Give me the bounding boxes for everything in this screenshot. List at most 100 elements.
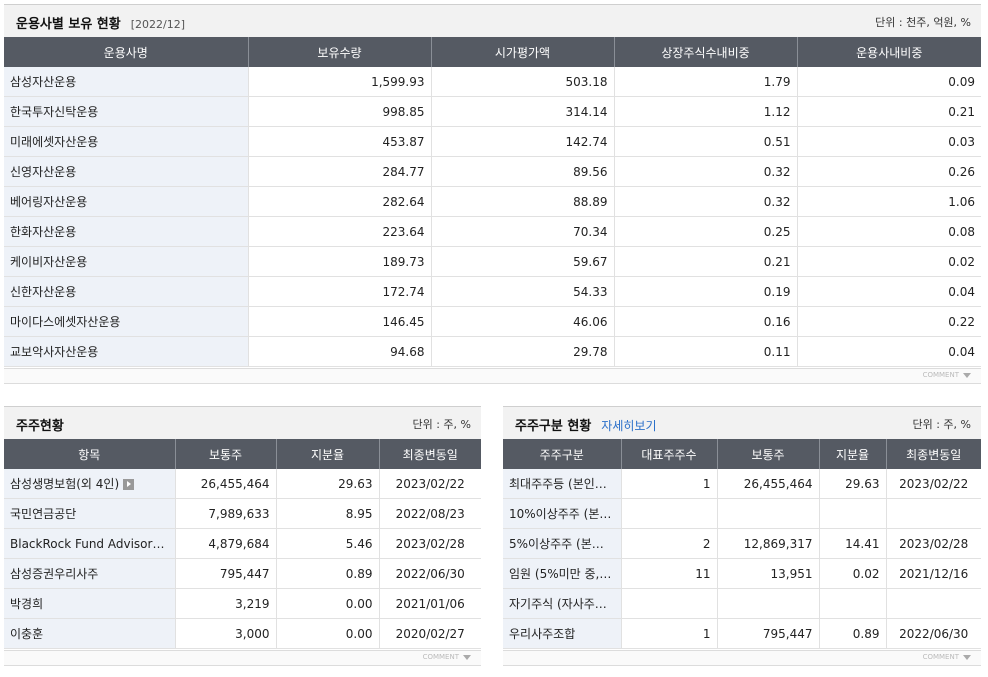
comment-toggle-icon[interactable] xyxy=(963,373,971,378)
expand-arrow-icon[interactable] xyxy=(123,479,135,490)
table-row: 신한자산운용 172.74 54.33 0.19 0.04 xyxy=(4,276,981,307)
cell-text-name: 미래에셋자산운용 xyxy=(10,135,99,149)
cell-text-name: 마이다스에셋자산운용 xyxy=(10,315,121,329)
cell-text-value: 46.06 xyxy=(573,314,608,329)
cell-text-name: BlackRock Fund Advisors(외 13인) xyxy=(10,537,175,551)
cell-text-type: 자기주식 (자사주+자사주신탁) xyxy=(509,597,620,611)
table-cell-value: 70.34 xyxy=(431,216,615,247)
table-row: 우리사주조합 1 795,447 0.89 2022/06/30 xyxy=(503,618,981,649)
table-cell-date: 2023/02/22 xyxy=(379,469,481,499)
table-cell-qty: 94.68 xyxy=(248,336,432,367)
holdings-col-header: 시가평가액 xyxy=(431,37,615,67)
detail-view-link[interactable]: 자세히보기 xyxy=(601,419,656,433)
table-row: 케이비자산운용 189.73 59.67 0.21 0.02 xyxy=(4,246,981,277)
cell-text-qty: 94.68 xyxy=(390,344,425,359)
cell-text-count: 1 xyxy=(702,476,711,491)
table-cell-type[interactable]: 임원 (5%미만 중, 임원인 자) xyxy=(503,558,622,589)
table-cell-ratio_listed: 0.51 xyxy=(614,126,798,157)
table-cell-date: 2021/12/16 xyxy=(886,558,981,589)
cell-text-value: 88.89 xyxy=(573,194,608,209)
cell-text-ratio_listed: 0.32 xyxy=(763,164,791,179)
holder-types-col-header: 최종변동일 xyxy=(886,439,981,469)
holder-types-comment[interactable]: COMMENT xyxy=(923,653,959,661)
cell-text-date: 2023/02/28 xyxy=(395,536,465,551)
table-cell-ratio_listed: 0.32 xyxy=(614,186,798,217)
cell-text-count: 1 xyxy=(702,626,711,641)
holdings-col-header: 보유수량 xyxy=(248,37,432,67)
table-cell-ratio: 14.41 xyxy=(819,528,887,559)
cell-text-common: 3,219 xyxy=(235,596,270,611)
holder-types-col-header: 지분율 xyxy=(819,439,887,469)
table-cell-name[interactable]: BlackRock Fund Advisors(외 13인) xyxy=(4,528,176,559)
shareholders-footer: COMMENT xyxy=(4,650,481,666)
shareholders-unit: 단위 : 주, % xyxy=(412,418,471,431)
table-cell-name[interactable]: 신한자산운용 xyxy=(4,276,249,307)
table-cell-name[interactable]: 삼성증권우리사주 xyxy=(4,558,176,589)
table-row: 10%이상주주 (본인) xyxy=(503,498,981,529)
cell-text-type: 우리사주조합 xyxy=(509,627,576,641)
table-cell-name[interactable]: 삼성생명보험(외 4인) xyxy=(4,469,176,499)
table-cell-type[interactable]: 5%이상주주 (본인+특수관계인) xyxy=(503,528,622,559)
shareholders-col-header: 보통주 xyxy=(175,439,277,469)
table-cell-name[interactable]: 한국투자신탁운용 xyxy=(4,96,249,127)
table-cell-type[interactable]: 우리사주조합 xyxy=(503,618,622,649)
table-cell-name[interactable]: 신영자산운용 xyxy=(4,156,249,187)
cell-text-ratio_firm: 0.21 xyxy=(948,104,975,119)
table-cell-qty: 998.85 xyxy=(248,96,432,127)
table-cell-name[interactable]: 베어링자산운용 xyxy=(4,186,249,217)
table-cell-common: 26,455,464 xyxy=(175,469,277,499)
table-cell-value: 503.18 xyxy=(431,67,615,97)
cell-text-date: 2022/08/23 xyxy=(395,506,465,521)
cell-text-ratio: 0.89 xyxy=(345,566,373,581)
cell-text-ratio: 0.00 xyxy=(345,626,373,641)
table-cell-value: 29.78 xyxy=(431,336,615,367)
table-cell-qty: 453.87 xyxy=(248,126,432,157)
table-cell-ratio xyxy=(819,588,887,619)
comment-toggle-icon[interactable] xyxy=(963,655,971,660)
cell-text-ratio_listed: 0.16 xyxy=(763,314,791,329)
cell-text-date: 2020/02/27 xyxy=(395,626,465,641)
table-cell-ratio: 0.02 xyxy=(819,558,887,589)
table-cell-ratio_firm: 0.03 xyxy=(797,126,981,157)
table-cell-type[interactable]: 최대주주등 (본인+특수관계인) xyxy=(503,469,622,499)
table-cell-qty: 146.45 xyxy=(248,306,432,337)
table-cell-common: 795,447 xyxy=(175,558,277,589)
cell-text-value: 503.18 xyxy=(565,74,608,89)
table-cell-ratio: 0.89 xyxy=(819,618,887,649)
cell-text-name: 베어링자산운용 xyxy=(10,195,88,209)
table-cell-name[interactable]: 한화자산운용 xyxy=(4,216,249,247)
table-cell-date: 2022/06/30 xyxy=(886,618,981,649)
holdings-header: 운용사별 보유 현황 [2022/12] 단위 : 천주, 억원, % xyxy=(4,4,981,37)
table-cell-name[interactable]: 교보악사자산운용 xyxy=(4,336,249,367)
cell-text-name: 삼성증권우리사주 xyxy=(10,567,99,581)
table-cell-date xyxy=(886,588,981,619)
cell-text-ratio_listed: 0.11 xyxy=(763,344,791,359)
table-cell-name[interactable]: 박경희 xyxy=(4,588,176,619)
table-cell-name[interactable]: 미래에셋자산운용 xyxy=(4,126,249,157)
table-cell-value: 89.56 xyxy=(431,156,615,187)
table-cell-count xyxy=(621,588,718,619)
table-cell-value: 88.89 xyxy=(431,186,615,217)
table-cell-name[interactable]: 케이비자산운용 xyxy=(4,246,249,277)
holdings-comment[interactable]: COMMENT xyxy=(923,371,959,379)
comment-toggle-icon[interactable] xyxy=(463,655,471,660)
cell-text-name: 삼성자산운용 xyxy=(10,75,77,89)
shareholders-header: 주주현황 단위 : 주, % xyxy=(4,406,481,439)
cell-text-qty: 189.73 xyxy=(382,254,425,269)
table-cell-type[interactable]: 자기주식 (자사주+자사주신탁) xyxy=(503,588,622,619)
table-cell-type[interactable]: 10%이상주주 (본인) xyxy=(503,498,622,529)
cell-text-ratio: 0.00 xyxy=(345,596,373,611)
table-row: 박경희 3,219 0.00 2021/01/06 xyxy=(4,588,481,619)
cell-text-ratio_firm: 0.22 xyxy=(948,314,975,329)
cell-text-common: 4,879,684 xyxy=(208,536,270,551)
cell-text-date: 2023/02/22 xyxy=(899,476,969,491)
table-cell-name[interactable]: 이충훈 xyxy=(4,618,176,649)
table-cell-name[interactable]: 삼성자산운용 xyxy=(4,67,249,97)
table-cell-ratio_firm: 1.06 xyxy=(797,186,981,217)
holder-types-panel: 주주구분 현황 자세히보기 단위 : 주, % 주주구분 대표주주수 보통주 지분율 최종… xyxy=(503,406,981,666)
table-cell-count: 2 xyxy=(621,528,718,559)
table-cell-name[interactable]: 마이다스에셋자산운용 xyxy=(4,306,249,337)
shareholders-comment[interactable]: COMMENT xyxy=(423,653,459,661)
table-cell-name[interactable]: 국민연금공단 xyxy=(4,498,176,529)
cell-text-type: 최대주주등 (본인+특수관계인) xyxy=(509,477,620,491)
